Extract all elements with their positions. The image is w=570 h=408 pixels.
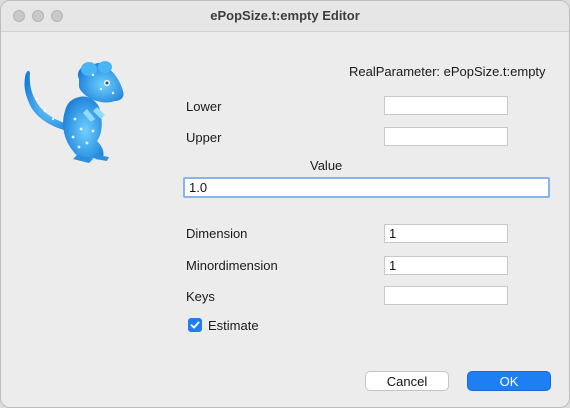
beast-rat-logo-icon: [24, 61, 124, 163]
lower-input[interactable]: [384, 96, 508, 115]
upper-label: Upper: [186, 130, 222, 145]
value-input[interactable]: [183, 177, 550, 198]
dimension-label: Dimension: [186, 226, 248, 241]
estimate-label: Estimate: [208, 318, 259, 333]
minordimension-input[interactable]: [384, 256, 508, 275]
value-label: Value: [310, 158, 343, 173]
checkmark-icon: [190, 321, 200, 329]
estimate-checkbox[interactable]: [188, 318, 202, 332]
upper-input[interactable]: [384, 127, 508, 146]
ok-button[interactable]: OK: [467, 371, 551, 391]
dimension-input[interactable]: [384, 224, 508, 243]
minordimension-label: Minordimension: [186, 258, 278, 273]
lower-label: Lower: [186, 99, 222, 114]
editor-window: ePopSize.t:empty Editor RealParameter: e…: [0, 0, 570, 408]
title-bar: ePopSize.t:empty Editor: [1, 1, 569, 32]
window-title: ePopSize.t:empty Editor: [210, 8, 360, 23]
keys-label: Keys: [186, 289, 215, 304]
keys-input[interactable]: [384, 286, 508, 305]
cancel-button[interactable]: Cancel: [365, 371, 449, 391]
parameter-label: RealParameter: ePopSize.t:empty: [349, 64, 546, 79]
